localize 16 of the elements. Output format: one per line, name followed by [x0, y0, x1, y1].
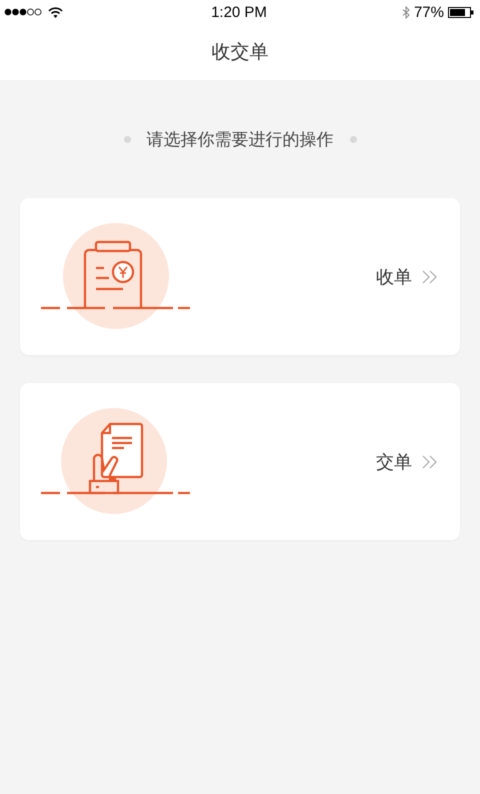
dot-icon — [124, 136, 130, 142]
wifi-icon — [48, 6, 63, 18]
double-chevron-icon — [422, 454, 438, 468]
battery-percent: 77% — [414, 4, 444, 20]
dot-icon — [350, 136, 356, 142]
instruction-text: 请选择你需要进行的操作 — [146, 128, 334, 150]
double-chevron-icon — [422, 270, 438, 284]
status-time: 1:20 PM — [211, 4, 267, 20]
option-card[interactable]: 交单 — [20, 383, 460, 540]
option-label: 收单 — [376, 266, 412, 288]
option-card[interactable]: 收单 — [20, 198, 460, 355]
page-title: 收交单 — [212, 40, 268, 65]
option-label: 交单 — [376, 450, 412, 474]
battery-icon — [448, 6, 474, 18]
signal-icon — [4, 8, 42, 16]
bluetooth-icon — [402, 6, 410, 18]
